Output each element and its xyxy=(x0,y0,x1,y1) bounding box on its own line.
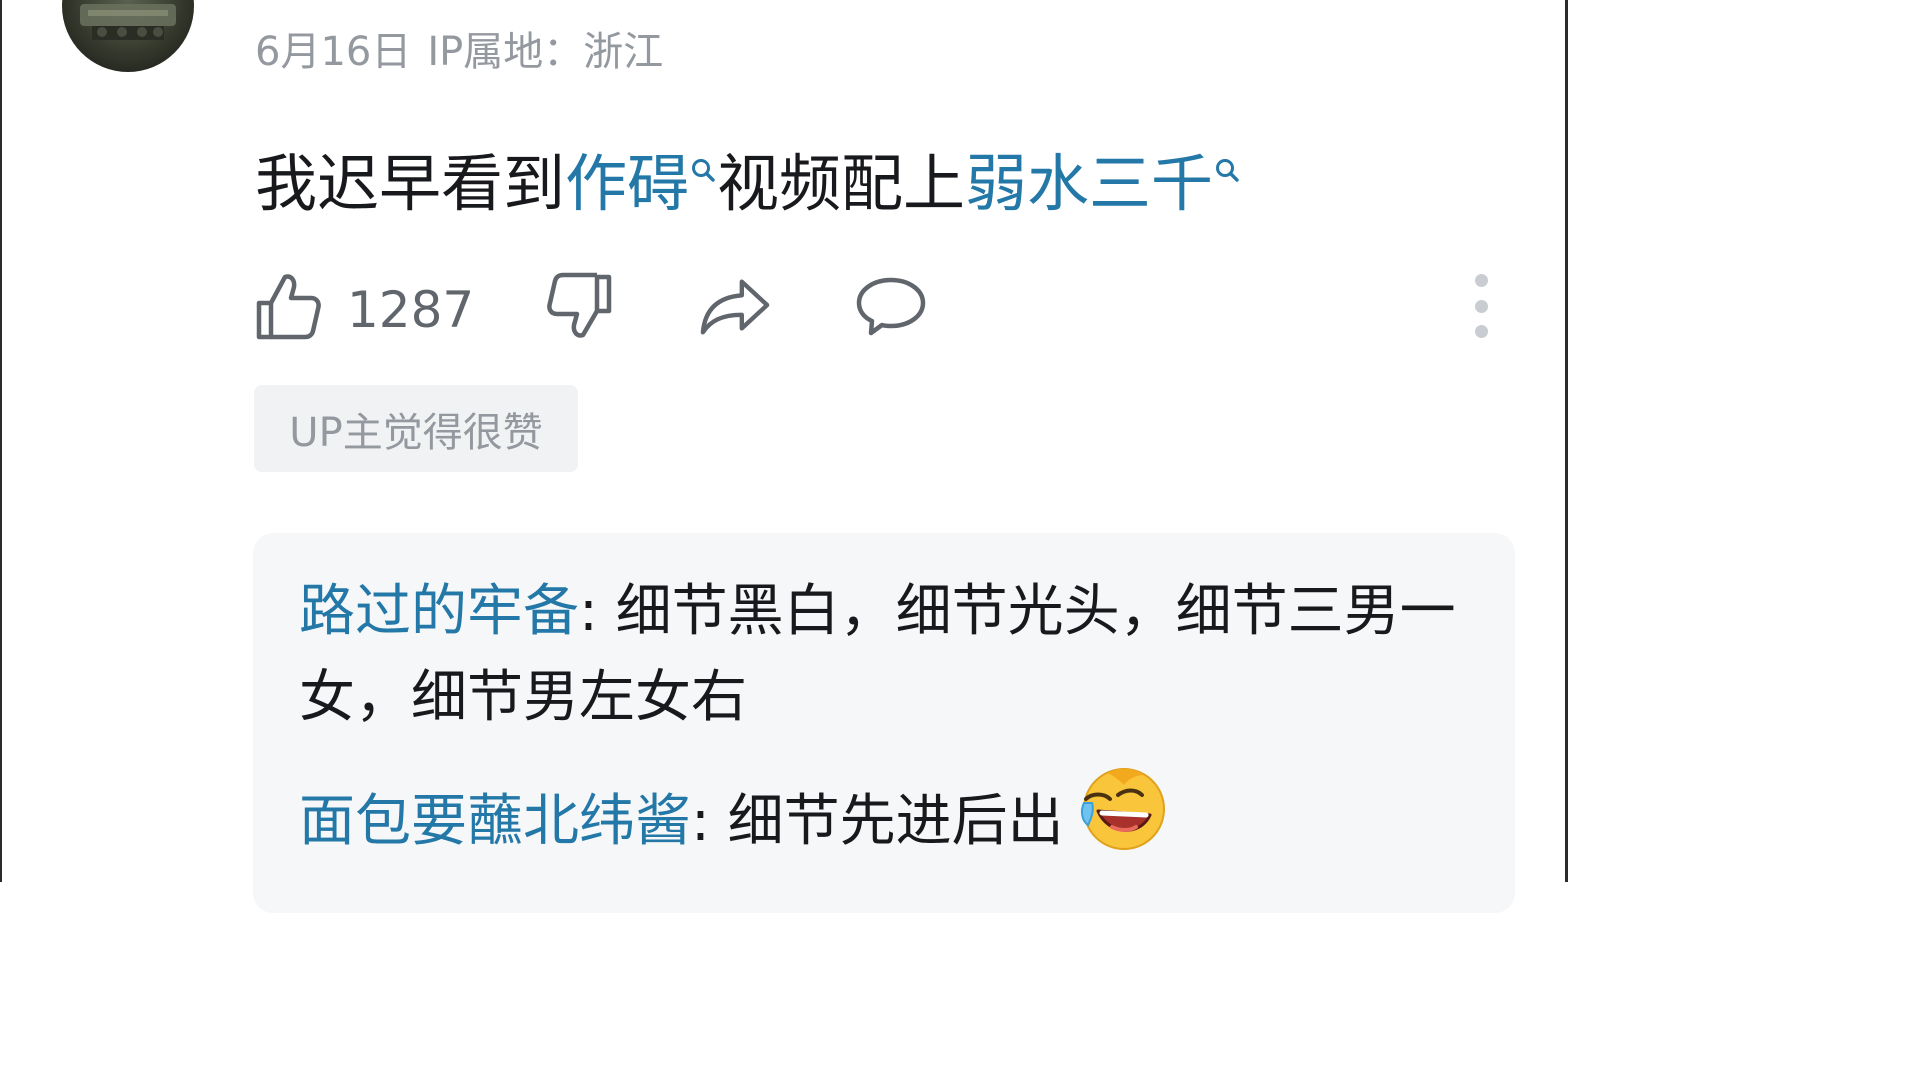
reply-item[interactable]: 路过的牢备: 细节黑白，细节光头，细节三男一女，细节男左女右 xyxy=(299,569,1469,741)
reply-item[interactable]: 面包要蘸北纬酱: 细节先进后出 xyxy=(299,768,1469,865)
content-text-1: 我迟早看到 xyxy=(255,147,566,220)
search-link-label: 作碍 xyxy=(565,147,690,220)
comment-action-bar: 1287 xyxy=(255,268,1495,348)
right-edge-border xyxy=(1565,0,1568,882)
search-link-zuoai[interactable]: 作碍 xyxy=(565,147,717,220)
content-text-2: 视频配上 xyxy=(717,147,966,220)
share-icon xyxy=(700,279,770,335)
reply-username[interactable]: 路过的牢备 xyxy=(299,579,579,644)
like-icon xyxy=(256,274,321,340)
comment-content: 我迟早看到作碍 视频配上弱水三千 xyxy=(255,146,1241,222)
left-edge-border xyxy=(0,0,2,882)
user-avatar[interactable] xyxy=(62,0,194,72)
comment-date: 6月16日 xyxy=(255,29,412,75)
ip-location: IP属地：浙江 xyxy=(427,29,664,75)
reply-separator: : xyxy=(691,789,710,854)
dislike-icon xyxy=(547,272,612,338)
search-icon xyxy=(1216,159,1239,182)
search-link-ruoshuisanqian[interactable]: 弱水三千 xyxy=(965,147,1241,220)
reply-username[interactable]: 面包要蘸北纬酱 xyxy=(299,789,691,854)
reply-separator: : xyxy=(579,579,598,644)
search-link-label: 弱水三千 xyxy=(965,147,1214,220)
share-button[interactable] xyxy=(699,268,771,344)
laughing-crying-emoji-icon xyxy=(1080,768,1165,850)
more-options-button[interactable] xyxy=(1461,274,1501,338)
search-icon xyxy=(692,159,715,182)
up-liked-badge: UP主觉得很赞 xyxy=(254,385,578,472)
dislike-button[interactable] xyxy=(543,268,615,344)
like-count: 1287 xyxy=(347,281,475,339)
reply-button[interactable] xyxy=(855,268,927,344)
comment-meta: 6月16日 IP属地：浙江 xyxy=(255,26,663,78)
like-button[interactable] xyxy=(253,268,325,344)
more-icon xyxy=(1474,274,1488,338)
reply-preview-box[interactable]: 路过的牢备: 细节黑白，细节光头，细节三男一女，细节男左女右 面包要蘸北纬酱: … xyxy=(253,533,1515,913)
reply-icon xyxy=(856,277,926,336)
reply-text: 细节先进后出 xyxy=(709,789,1064,854)
